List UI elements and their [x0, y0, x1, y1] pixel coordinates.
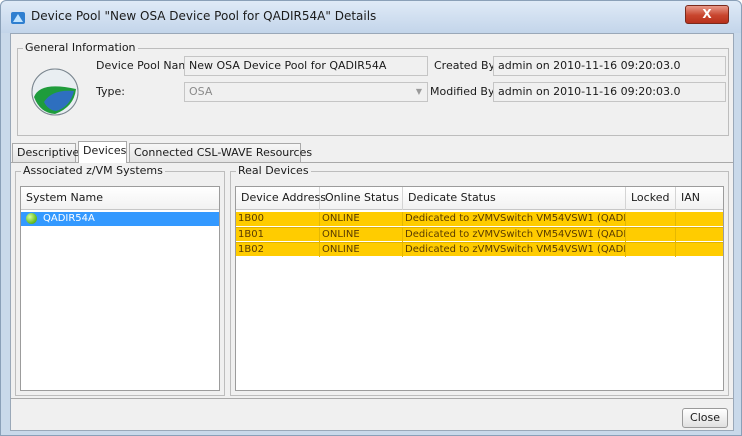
chevron-down-icon: ▼ — [415, 87, 422, 96]
table-row[interactable]: 1B01 ONLINE Dedicated to zVMVSwitch VM54… — [236, 227, 723, 242]
column-header-locked[interactable]: Locked — [626, 187, 676, 210]
type-dropdown[interactable]: OSA ▼ — [184, 82, 428, 102]
general-information-group: General Information Device Pool Name: Ne… — [17, 41, 729, 136]
created-by-label: Created By: — [434, 59, 498, 72]
column-header-system-name[interactable]: System Name — [21, 187, 220, 210]
system-name-cell: QADIR54A — [43, 213, 95, 224]
table-row[interactable]: 1B02 ONLINE Dedicated to zVMVSwitch VM54… — [236, 242, 723, 257]
real-devices-group: Real Devices Device Address Online Statu… — [230, 164, 729, 396]
type-label: Type: — [96, 85, 125, 98]
dedicate-status-cell: Dedicated to zVMVSwitch VM54VSW1 (QADI..… — [405, 212, 626, 226]
device-address-cell: 1B00 — [236, 212, 320, 226]
device-pool-icon — [11, 12, 25, 24]
dialog-content: General Information Device Pool Name: Ne… — [10, 33, 734, 431]
locked-cell — [626, 243, 676, 257]
title-bar[interactable]: Device Pool "New OSA Device Pool for QAD… — [1, 1, 741, 33]
ian-cell — [676, 212, 723, 226]
close-button[interactable]: Close — [682, 408, 728, 428]
modified-by-label: Modified By: — [430, 85, 498, 98]
general-information-legend: General Information — [23, 41, 138, 54]
column-header-online-status[interactable]: Online Status — [320, 187, 403, 210]
associated-systems-legend: Associated z/VM Systems — [21, 164, 165, 177]
systems-table-header: System Name — [21, 187, 219, 210]
online-status-cell: ONLINE — [320, 212, 403, 226]
column-header-device-address[interactable]: Device Address — [236, 187, 326, 210]
window-close-button[interactable]: X — [685, 5, 729, 24]
device-address-cell: 1B02 — [236, 243, 320, 257]
window-title: Device Pool "New OSA Device Pool for QAD… — [31, 9, 377, 23]
tab-connected-csl-wave-resources[interactable]: Connected CSL-WAVE Resources — [129, 143, 312, 162]
ian-cell — [676, 243, 723, 257]
ian-cell — [676, 228, 723, 242]
locked-cell — [626, 212, 676, 226]
dedicate-status-cell: Dedicated to zVMVSwitch VM54VSW1 (QADI..… — [405, 228, 626, 242]
system-status-icon — [26, 213, 37, 224]
created-by-field[interactable]: admin on 2010-11-16 09:20:03.0 — [493, 56, 726, 76]
online-status-cell: ONLINE — [320, 243, 403, 257]
dedicate-status-cell: Dedicated to zVMVSwitch VM54VSW1 (QADI..… — [405, 243, 626, 257]
table-row[interactable]: QADIR54A — [21, 212, 219, 226]
tab-descriptive[interactable]: Descriptive — [12, 143, 79, 162]
device-pool-name-field[interactable]: New OSA Device Pool for QADIR54A — [184, 56, 428, 76]
modified-by-field[interactable]: admin on 2010-11-16 09:20:03.0 — [493, 82, 726, 102]
device-address-cell: 1B01 — [236, 228, 320, 242]
table-row[interactable]: 1B00 ONLINE Dedicated to zVMVSwitch VM54… — [236, 212, 723, 226]
locked-cell — [626, 228, 676, 242]
column-header-dedicate-status[interactable]: Dedicate Status — [403, 187, 626, 210]
associated-systems-group: Associated z/VM Systems System Name QADI… — [15, 164, 225, 396]
real-devices-legend: Real Devices — [236, 164, 311, 177]
column-header-ian[interactable]: IAN — [676, 187, 723, 210]
devices-table[interactable]: Device Address Online Status Dedicate St… — [235, 186, 724, 391]
online-status-cell: ONLINE — [320, 228, 403, 242]
details-dialog: Device Pool "New OSA Device Pool for QAD… — [0, 0, 742, 436]
device-pool-large-icon — [31, 68, 79, 116]
devices-tab-panel: Associated z/VM Systems System Name QADI… — [11, 162, 733, 399]
tab-devices[interactable]: Devices — [78, 141, 127, 163]
tab-strip: Descriptive Devices Connected CSL-WAVE R… — [11, 141, 733, 163]
systems-table[interactable]: System Name QADIR54A — [20, 186, 220, 391]
type-value: OSA — [189, 85, 213, 98]
devices-table-header: Device Address Online Status Dedicate St… — [236, 187, 723, 210]
